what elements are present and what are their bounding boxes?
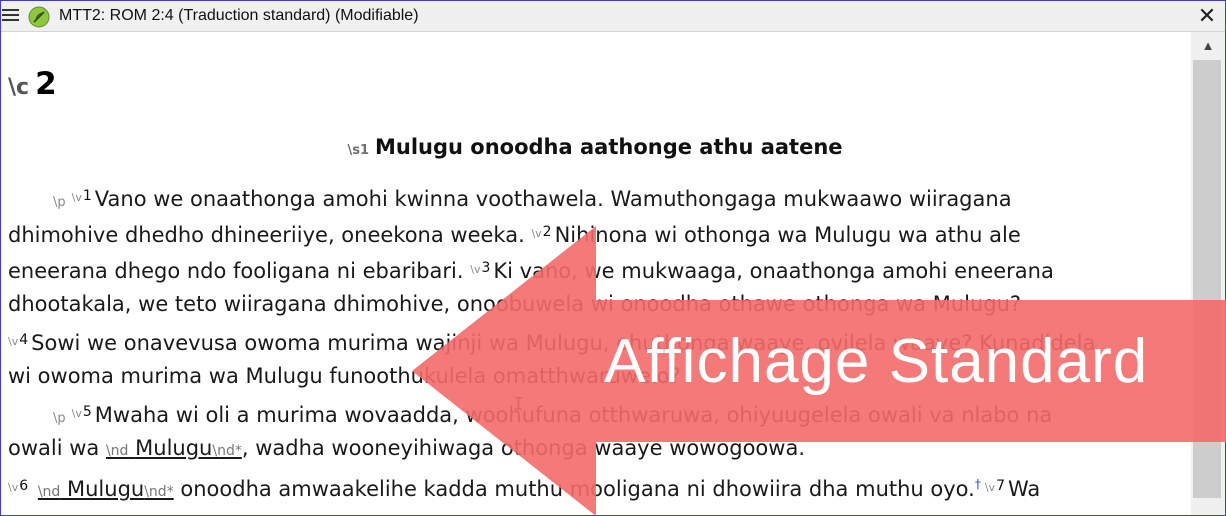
verse-number: 6 bbox=[19, 478, 29, 494]
verse-text: , wadha wooneyihiwaga othonga waaye wowo… bbox=[241, 436, 805, 460]
section-heading: \s1 Mulugu onoodha aathonge athu aatene bbox=[1, 135, 1189, 159]
verse-number: 7 bbox=[996, 478, 1005, 494]
nd-close-marker: \nd* bbox=[212, 443, 242, 459]
nd-close-marker: \nd* bbox=[144, 484, 174, 500]
verse-marker: \v bbox=[984, 481, 996, 494]
chapter-number: 2 bbox=[35, 66, 57, 102]
verse-text: Mwaha wi oli a murima wovaadda, woohufun… bbox=[94, 403, 1053, 427]
verse-line: \p \v5 Mwaha wi oli a murima wovaadda, woo… bbox=[53, 397, 1052, 434]
verse-text: Nihinona wi othonga wa Mulugu wa athu al… bbox=[554, 223, 1021, 247]
verse-marker: \v bbox=[8, 335, 19, 348]
verse-line: \p \v1 Vano we onaathonga amohi kwinna voo… bbox=[53, 181, 1012, 218]
verse-number: 1 bbox=[82, 188, 92, 204]
paragraph-marker: \p bbox=[53, 411, 66, 426]
leaf-icon bbox=[28, 6, 50, 28]
text-cursor-icon: I bbox=[513, 394, 524, 415]
verse-number: 2 bbox=[542, 224, 552, 240]
verse-text: Ki vano, we mukwaaga, onaathonga amohi e… bbox=[493, 259, 1054, 283]
heading-text: Mulugu onoodha aathonge athu aatene bbox=[375, 135, 843, 159]
hamburger-menu-icon[interactable] bbox=[2, 9, 19, 23]
vertical-scrollbar[interactable]: ▲ bbox=[1191, 32, 1225, 515]
verse-line: dhimohive dhedho dhineeriiye, oneekona w… bbox=[8, 217, 1021, 250]
verse-text: dhootakala, we teto wiiragana dhimohive,… bbox=[8, 292, 1022, 316]
nd-open-marker: \nd bbox=[37, 484, 61, 500]
verse-text: Wa bbox=[1007, 477, 1041, 501]
verse-text: eneerana dhego ndo fooligana ni ebaribar… bbox=[8, 259, 464, 283]
scripture-text-area[interactable]: \c 2 \s1 Mulugu onoodha aathonge athu aate… bbox=[1, 32, 1189, 515]
verse-text: owali wa bbox=[8, 436, 100, 460]
paragraph-marker: \p bbox=[53, 195, 66, 210]
verse-line: \v4 Sowi we onavevusa owoma murima wajinj… bbox=[8, 325, 1095, 358]
divine-name: \nd Mulugu\nd* bbox=[38, 477, 174, 501]
verse-marker: \v bbox=[71, 191, 82, 204]
divine-name-word: Mulugu bbox=[135, 436, 213, 460]
verse-text: Sowi we onavevusa owoma murima wajinji w… bbox=[31, 331, 1096, 355]
verse-number: 5 bbox=[82, 404, 92, 420]
verse-text: onoodha amwaakelihe kadda muthu mooligan… bbox=[173, 477, 975, 501]
window-title: MTT2: ROM 2:4 (Traduction standard) (Mod… bbox=[59, 7, 419, 24]
verse-line: dhootakala, we teto wiiragana dhimohive,… bbox=[8, 289, 1021, 319]
verse-text: dhimohive dhedho dhineeriiye, oneekona w… bbox=[8, 223, 525, 247]
divine-name: \nd Mulugu\nd* bbox=[106, 436, 242, 460]
verse-line: \v6 \nd Mulugu\nd* onoodha amwaakelihe k… bbox=[8, 469, 1040, 507]
verse-text: Vano we onaathonga amohi kwinna voothawe… bbox=[94, 187, 1012, 211]
chapter-marker: \c bbox=[8, 75, 30, 100]
close-icon[interactable]: ✕ bbox=[1195, 3, 1219, 29]
verse-line: owali wa \nd Mulugu\nd*, wadha wooneyihi… bbox=[8, 433, 805, 466]
verse-marker: \v bbox=[470, 263, 481, 276]
verse-marker: \v bbox=[71, 407, 82, 420]
verse-marker: \v bbox=[531, 227, 542, 240]
chapter-header: \c 2 bbox=[8, 66, 57, 102]
verse-line: wi owoma murima wa Mulugu funoothukulela… bbox=[8, 361, 681, 391]
heading-marker: \s1 bbox=[347, 143, 369, 158]
editor-window: MTT2: ROM 2:4 (Traduction standard) (Mod… bbox=[0, 0, 1226, 516]
nd-open-marker: \nd bbox=[105, 443, 129, 459]
verse-number: 4 bbox=[19, 332, 29, 348]
verse-text: wi owoma murima wa Mulugu funoothukulela… bbox=[8, 364, 681, 388]
scroll-thumb[interactable] bbox=[1193, 60, 1221, 498]
title-bar: MTT2: ROM 2:4 (Traduction standard) (Mod… bbox=[1, 1, 1225, 32]
verse-number: 3 bbox=[481, 260, 491, 276]
scroll-up-icon[interactable]: ▲ bbox=[1191, 32, 1225, 60]
divine-name-word: Mulugu bbox=[67, 477, 145, 501]
verse-marker: \v bbox=[8, 481, 19, 494]
footnote-caller[interactable]: † bbox=[975, 477, 981, 491]
verse-line: eneerana dhego ndo fooligana ni ebaribar… bbox=[8, 253, 1054, 286]
